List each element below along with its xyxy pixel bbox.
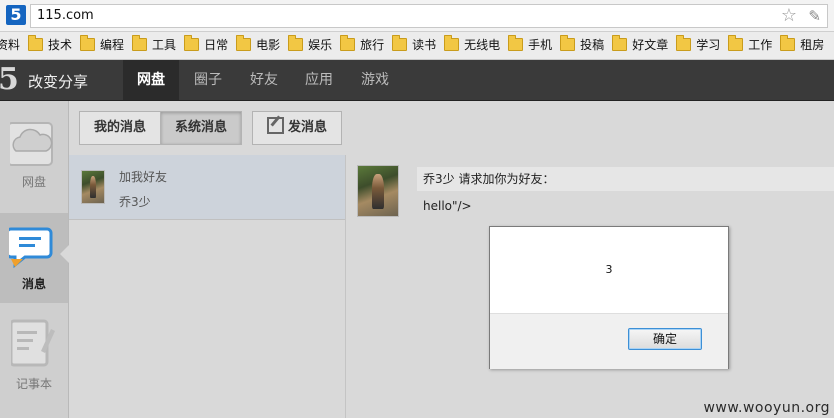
message-list: 加我好友 乔3少 xyxy=(69,155,346,418)
message-icon xyxy=(9,227,53,269)
bookmark-label: 技术 xyxy=(48,38,73,52)
wrench-menu-icon[interactable]: ✎ xyxy=(808,7,821,25)
compose-message-button[interactable]: 发消息 xyxy=(252,111,342,145)
notepad-icon xyxy=(11,319,55,367)
bookmark-label: 工具 xyxy=(152,38,177,52)
sender-avatar[interactable] xyxy=(357,165,399,217)
sidebar-item-label: 消息 xyxy=(21,277,46,291)
folder-icon xyxy=(560,35,576,51)
nav-apps[interactable]: 应用 xyxy=(291,60,347,100)
message-title: 加我好友 xyxy=(119,170,168,184)
my-messages-button[interactable]: 我的消息 xyxy=(79,111,161,145)
alert-dialog: 3 确定 xyxy=(489,226,729,369)
site-favicon-icon: 5 xyxy=(6,5,26,25)
address-bar[interactable]: 115.com ☆ ✎ xyxy=(30,4,828,28)
cloud-drive-icon xyxy=(10,122,53,166)
folder-icon xyxy=(612,35,628,51)
bookmark-item[interactable]: 好文章 xyxy=(612,32,668,59)
bookmark-item[interactable]: 工具 xyxy=(132,32,176,59)
folder-icon xyxy=(28,35,44,51)
nav-circle[interactable]: 圈子 xyxy=(180,60,236,100)
folder-icon xyxy=(340,35,356,51)
bookmark-item[interactable]: 租房 xyxy=(780,32,824,59)
folder-icon xyxy=(392,35,408,51)
sidebar-item-label: 记事本 xyxy=(15,377,52,391)
bookmark-item[interactable]: 娱乐 xyxy=(288,32,332,59)
dialog-footer: 确定 xyxy=(490,313,728,369)
folder-icon xyxy=(676,35,692,51)
bookmark-label: 日常 xyxy=(204,38,229,52)
list-item[interactable]: 加我好友 乔3少 xyxy=(69,155,345,220)
compose-label: 发消息 xyxy=(287,120,327,135)
watermark: www.wooyun.org xyxy=(703,400,830,416)
bookmark-item[interactable]: 电影 xyxy=(236,32,280,59)
compose-icon xyxy=(266,117,284,134)
message-body: hello"/> xyxy=(423,199,472,213)
bookmark-label: 学习 xyxy=(696,38,721,52)
avatar xyxy=(81,170,105,204)
bookmark-item[interactable]: 工作 xyxy=(728,32,772,59)
bookmark-item[interactable]: 投稿 xyxy=(560,32,604,59)
sidebar-item-label: 网盘 xyxy=(21,175,46,189)
bookmark-label: 娱乐 xyxy=(308,38,333,52)
bookmarks-bar: 资料 技术 编程 工具 日常 电影 娱乐 旅行 读书 无线电 手机 投稿 好文章 学习 工作 租房 xyxy=(0,32,834,60)
sidebar-item-netdisk[interactable]: 网盘 xyxy=(0,115,68,205)
folder-icon xyxy=(780,35,796,51)
sidebar-item-notepad[interactable]: 记事本 xyxy=(0,315,68,415)
ok-button[interactable]: 确定 xyxy=(628,328,702,350)
bookmark-label: 电影 xyxy=(256,38,281,52)
browser-toolbar: 5 115.com ☆ ✎ xyxy=(0,0,834,32)
message-sender: 乔3少 xyxy=(119,195,151,209)
nav-games[interactable]: 游戏 xyxy=(347,60,403,100)
bookmark-label: 资料 xyxy=(0,38,21,52)
bookmark-label: 读书 xyxy=(412,38,437,52)
bookmark-item[interactable]: 读书 xyxy=(392,32,436,59)
brand-slogan: 改变分享 xyxy=(28,73,89,91)
bookmark-item[interactable]: 编程 xyxy=(80,32,124,59)
folder-icon xyxy=(132,35,148,51)
folder-icon xyxy=(184,35,200,51)
star-bookmark-icon[interactable]: ☆ xyxy=(781,5,797,26)
bookmark-item[interactable]: 技术 xyxy=(28,32,72,59)
folder-icon xyxy=(288,35,304,51)
bookmark-item[interactable]: 无线电 xyxy=(444,32,500,59)
app-header: 5 改变分享 网盘 圈子 好友 应用 游戏 xyxy=(0,60,834,101)
folder-icon xyxy=(728,35,744,51)
bookmark-item[interactable]: 学习 xyxy=(676,32,720,59)
nav-netdisk[interactable]: 网盘 xyxy=(123,60,179,100)
folder-icon xyxy=(444,35,460,51)
sidebar-item-messages[interactable]: 消息 xyxy=(0,213,68,303)
folder-icon xyxy=(508,35,524,51)
left-sidebar: 网盘 消息 记事本 xyxy=(0,101,69,418)
bookmark-item[interactable]: 资料 xyxy=(0,32,20,59)
bookmark-label: 工作 xyxy=(748,38,773,52)
bookmark-label: 旅行 xyxy=(360,38,385,52)
bookmark-label: 编程 xyxy=(100,38,125,52)
bookmark-label: 好文章 xyxy=(632,38,669,52)
folder-icon xyxy=(80,35,96,51)
folder-icon xyxy=(236,35,252,51)
address-text: 115.com xyxy=(37,8,94,23)
alert-message: 3 xyxy=(605,263,613,276)
system-messages-button[interactable]: 系统消息 xyxy=(160,111,242,145)
nav-friends[interactable]: 好友 xyxy=(236,60,292,100)
bookmark-label: 租房 xyxy=(800,38,825,52)
active-pointer xyxy=(60,245,69,263)
message-header: 乔3少 请求加你为好友： xyxy=(417,167,834,191)
bookmark-label: 投稿 xyxy=(580,38,605,52)
bookmark-item[interactable]: 手机 xyxy=(508,32,552,59)
bookmark-label: 手机 xyxy=(528,38,553,52)
bookmark-item[interactable]: 旅行 xyxy=(340,32,384,59)
bookmark-label: 无线电 xyxy=(464,38,501,52)
bookmark-item[interactable]: 日常 xyxy=(184,32,228,59)
logo-icon[interactable]: 5 xyxy=(0,62,19,97)
